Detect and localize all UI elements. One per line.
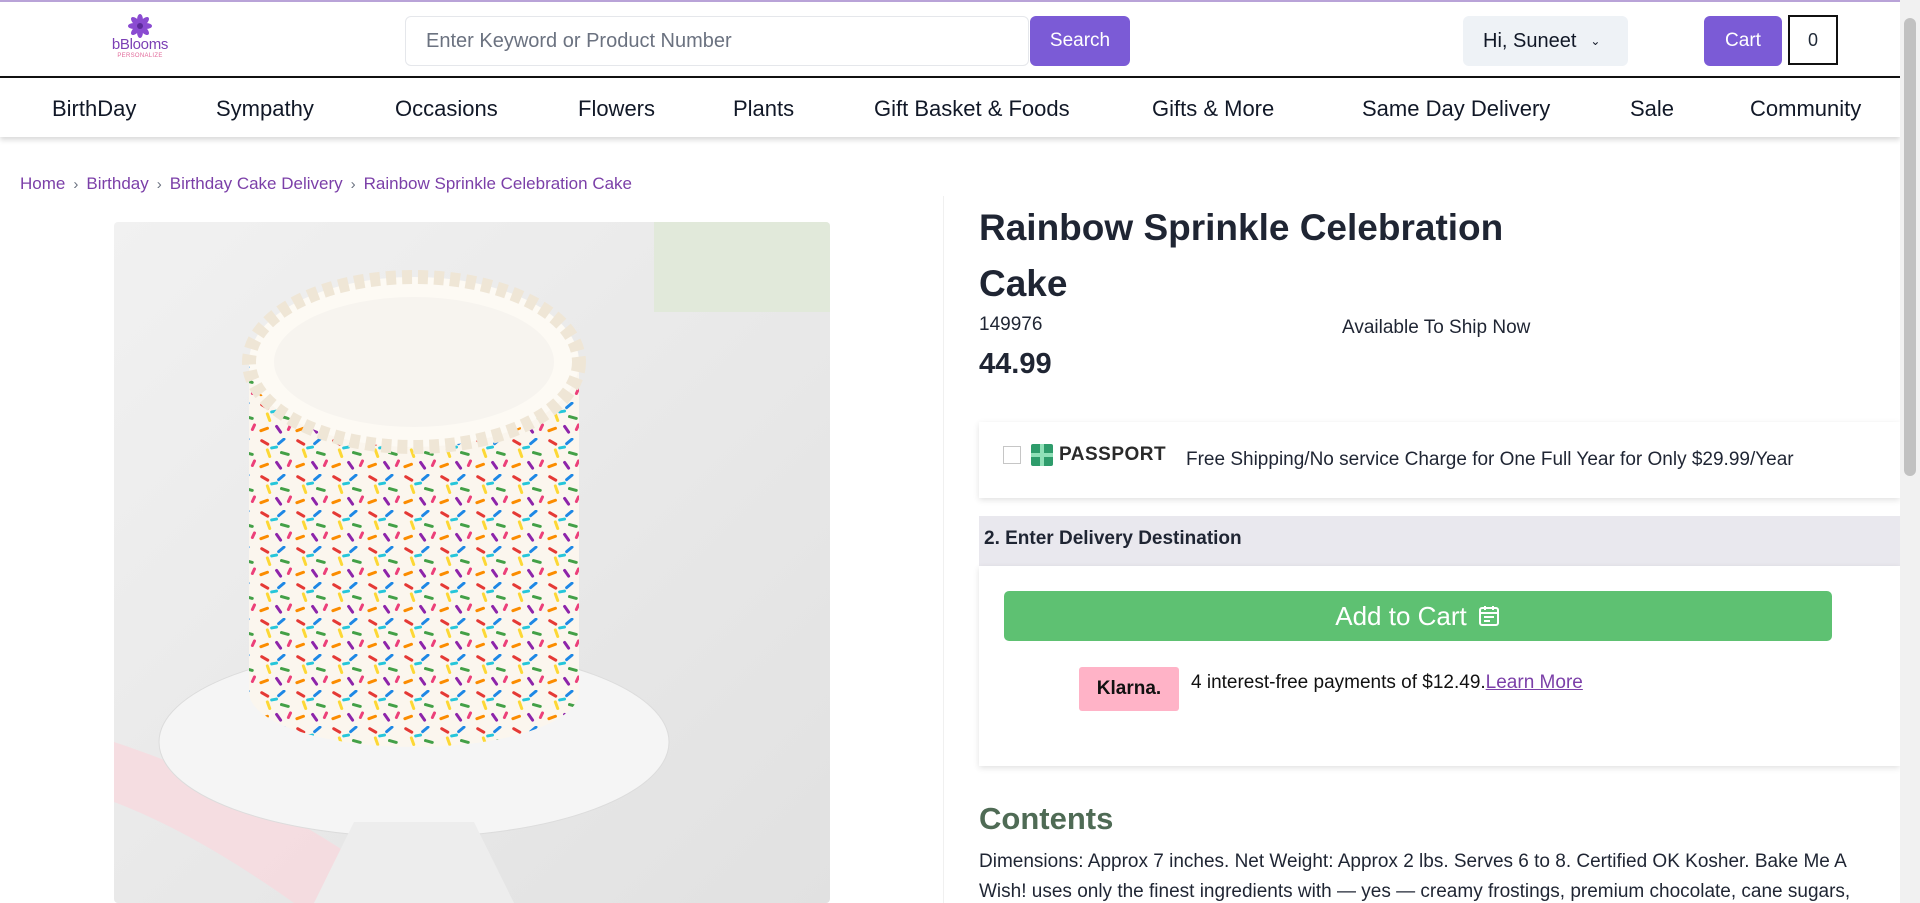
nav-item-sympathy[interactable]: Sympathy [216, 96, 314, 122]
page-scrollbar[interactable] [1900, 0, 1920, 903]
chevron-right-icon: › [73, 176, 79, 193]
availability-status: Available To Ship Now [1342, 317, 1531, 338]
user-greeting: Hi, Suneet [1483, 29, 1577, 52]
breadcrumb-current: Rainbow Sprinkle Celebration Cake [363, 174, 633, 193]
product-title: Rainbow Sprinkle Celebration Cake [979, 207, 1504, 304]
calendar-icon [1478, 606, 1499, 626]
breadcrumb-birthday[interactable]: Birthday [86, 174, 148, 193]
passport-offer: PASSPORT Free Shipping/No service Charge… [979, 422, 1900, 498]
breadcrumb-birthday-cake-delivery[interactable]: Birthday Cake Delivery [170, 174, 343, 193]
logo-text: bBlooms [111, 36, 169, 53]
scrollbar-thumb[interactable] [1904, 18, 1916, 476]
search-button[interactable]: Search [1030, 16, 1130, 66]
passport-brand: PASSPORT [1059, 444, 1167, 465]
product-sku: 149976 [979, 314, 1043, 335]
chevron-down-icon: ⌄ [1590, 34, 1601, 48]
contents-heading: Contents [979, 801, 1114, 836]
nav-item-same-day-delivery[interactable]: Same Day Delivery [1362, 96, 1550, 122]
logo-subtext: PERSONALIZE [117, 53, 163, 59]
main-nav: BirthDay Sympathy Occasions Flowers Plan… [0, 76, 1900, 137]
nav-item-occasions[interactable]: Occasions [395, 96, 498, 122]
klarna-learn-more-link[interactable]: Learn More [1486, 672, 1583, 693]
cart-button[interactable]: Cart [1704, 16, 1782, 66]
klarna-payment-text: 4 interest-free payments of $12.49. [1191, 672, 1486, 693]
user-account-menu[interactable]: Hi, Suneet ⌄ [1463, 16, 1628, 66]
flower-logo-icon [128, 14, 152, 38]
nav-item-gifts-more[interactable]: Gifts & More [1152, 96, 1274, 122]
cart-count-badge[interactable]: 0 [1788, 15, 1838, 65]
passport-description: Free Shipping/No service Charge for One … [1186, 449, 1794, 470]
nav-item-plants[interactable]: Plants [733, 96, 794, 122]
nav-item-gift-basket-foods[interactable]: Gift Basket & Foods [874, 96, 1070, 122]
nav-item-community[interactable]: Community [1750, 96, 1861, 122]
product-image[interactable] [114, 222, 830, 903]
add-to-cart-label: Add to Cart [1335, 600, 1467, 631]
site-header: bBlooms PERSONALIZE Search Hi, Suneet ⌄ … [0, 2, 1900, 77]
search-input[interactable] [405, 16, 1029, 66]
klarna-badge: Klarna. [1079, 667, 1179, 711]
gift-icon [1031, 444, 1053, 466]
site-logo[interactable]: bBlooms PERSONALIZE [104, 14, 176, 66]
add-to-cart-panel: Add to Cart Klarna. 4 interest-free paym… [979, 566, 1900, 766]
chevron-right-icon: › [350, 176, 356, 193]
chevron-right-icon: › [156, 176, 162, 193]
passport-checkbox[interactable] [1003, 446, 1021, 464]
nav-item-flowers[interactable]: Flowers [578, 96, 655, 122]
product-image-panel [0, 196, 944, 903]
passport-logo: PASSPORT [1031, 444, 1166, 466]
delivery-destination-step[interactable]: 2. Enter Delivery Destination [979, 516, 1900, 566]
product-price: 44.99 [979, 348, 1052, 380]
contents-description: Dimensions: Approx 7 inches. Net Weight:… [979, 851, 1851, 902]
breadcrumb-home[interactable]: Home [20, 174, 65, 193]
nav-item-sale[interactable]: Sale [1630, 96, 1674, 122]
add-to-cart-button[interactable]: Add to Cart [1004, 591, 1832, 641]
breadcrumb: Home › Birthday › Birthday Cake Delivery › Rai… [20, 174, 632, 194]
klarna-payment-info: 4 interest-free payments of $12.49.Learn… [1191, 672, 1583, 694]
nav-item-birthday[interactable]: BirthDay [52, 96, 136, 122]
